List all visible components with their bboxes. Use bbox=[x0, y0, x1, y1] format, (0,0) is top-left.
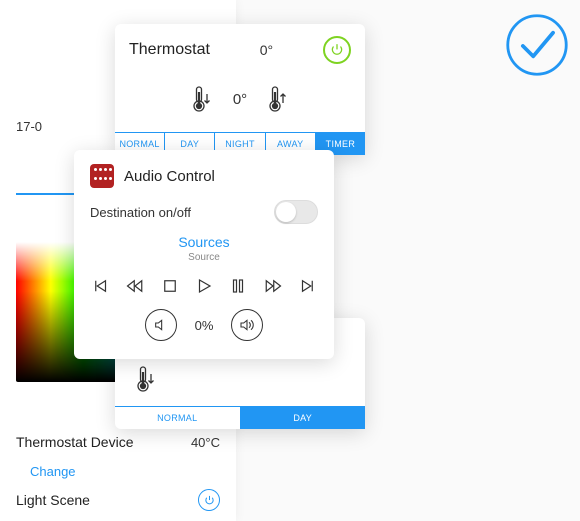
thermostat-device-label: Thermostat Device bbox=[16, 434, 133, 450]
thermostat2-mode-tabs: NORMAL DAY bbox=[115, 406, 365, 429]
play-icon[interactable] bbox=[195, 277, 213, 295]
checkmark-badge-icon bbox=[504, 12, 570, 78]
pause-icon[interactable] bbox=[229, 277, 247, 295]
id-fragment: 17-0 bbox=[16, 119, 42, 134]
audio-control-title: Audio Control bbox=[124, 168, 215, 185]
transport-controls bbox=[90, 277, 318, 295]
stop-icon[interactable] bbox=[161, 277, 179, 295]
audio-control-card: Audio Control Destination on/off Sources… bbox=[74, 150, 334, 359]
light-scene-label: Light Scene bbox=[16, 492, 90, 508]
rewind-icon[interactable] bbox=[126, 277, 144, 295]
source-sub-label: Source bbox=[90, 252, 318, 263]
volume-percent: 0% bbox=[195, 318, 214, 333]
volume-down-button[interactable] bbox=[145, 309, 177, 341]
thermostat-title: Thermostat bbox=[129, 41, 210, 59]
thermostat-device-temp: 40°C bbox=[191, 435, 220, 450]
volume-up-button[interactable] bbox=[231, 309, 263, 341]
skip-back-icon[interactable] bbox=[92, 277, 110, 295]
skip-forward-icon[interactable] bbox=[298, 277, 316, 295]
thermostat-card: Thermostat 0° 0° NORMAL DAY NIGHT AWAY T… bbox=[115, 24, 365, 155]
sources-link[interactable]: Sources bbox=[90, 234, 318, 250]
temp-up-button[interactable] bbox=[265, 84, 291, 114]
mode-tab2-day[interactable]: DAY bbox=[241, 407, 366, 429]
temp-down-button-2[interactable] bbox=[133, 364, 159, 394]
destination-toggle[interactable] bbox=[274, 200, 318, 224]
light-scene-row: Light Scene bbox=[16, 489, 220, 521]
thermostat-current-temp: 0° bbox=[260, 42, 273, 58]
fast-forward-icon[interactable] bbox=[264, 277, 282, 295]
thermostat-device-row: Thermostat Device 40°C bbox=[16, 424, 220, 460]
thermostat-power-button[interactable] bbox=[323, 36, 351, 64]
temp-down-button[interactable] bbox=[189, 84, 215, 114]
audio-app-icon bbox=[90, 164, 114, 188]
change-link[interactable]: Change bbox=[16, 460, 220, 489]
destination-label: Destination on/off bbox=[90, 205, 191, 220]
mode-tab2-normal[interactable]: NORMAL bbox=[115, 407, 241, 429]
light-scene-power[interactable] bbox=[198, 489, 220, 511]
thermostat-set-temp: 0° bbox=[233, 91, 247, 108]
